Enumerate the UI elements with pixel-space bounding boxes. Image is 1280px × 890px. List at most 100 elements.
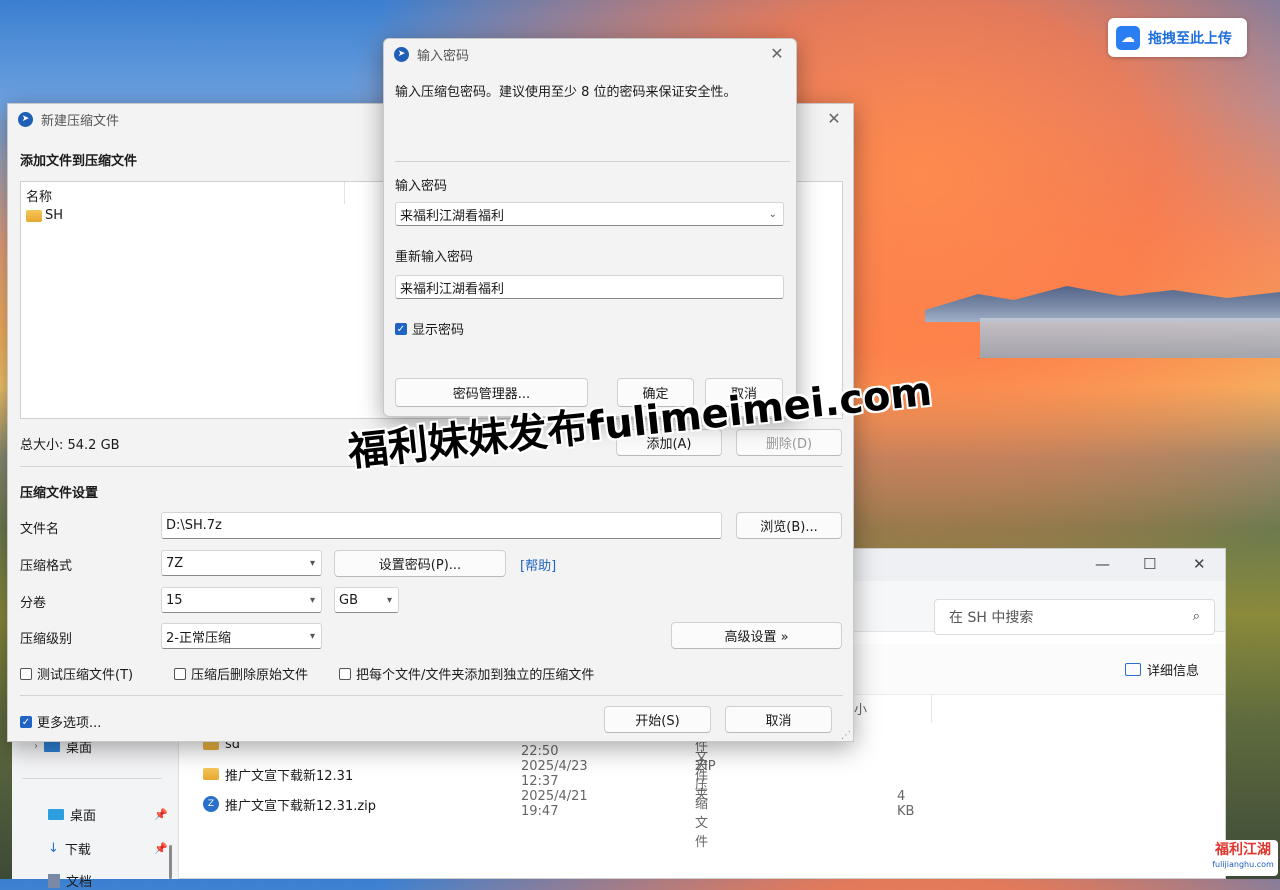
nav-scrollbar[interactable] [169,845,172,879]
column-divider [931,694,932,722]
cloud-upload-button[interactable]: ☁ 拖拽至此上传 [1108,18,1247,57]
password-description: 输入压缩包密码。建议使用至少 8 位的密码来保证安全性。 [395,85,737,100]
filename-label: 文件名 [20,522,60,537]
checkbox-checked-icon: ✓ [395,322,407,335]
settings-heading: 压缩文件设置 [20,486,99,501]
format-label: 压缩格式 [20,559,73,574]
mountain-scenery [925,286,1280,322]
password-value: 来福利江湖看福利 [400,208,505,224]
cloud-icon: ☁ [1116,25,1140,50]
minimize-icon[interactable]: — [1095,555,1110,573]
corner-logo: 福利江湖 fulijianghu.com [1208,840,1278,876]
download-icon: ↓ [48,841,59,856]
checkbox-label: 更多选项... [37,716,102,731]
volume-label: 分卷 [20,596,47,611]
format-value: 7Z [166,555,184,571]
cancel-button[interactable]: 取消 [725,706,832,733]
logo-url: fulijianghu.com [1212,860,1274,869]
add-files-heading: 添加文件到压缩文件 [20,154,138,169]
total-size: 总大小: 54.2 GB [20,438,120,453]
checkbox-box [174,667,186,680]
password-titlebar: ➤ 输入密码 ✕ [384,39,796,69]
checkbox-box [339,667,351,680]
pin-icon[interactable]: 📌 [154,808,168,821]
file-name: 推广文宣下载新12.31.zip [225,798,377,814]
password-dialog: ➤ 输入密码 ✕ 输入压缩包密码。建议使用至少 8 位的密码来保证安全性。 输入… [383,38,797,417]
password-input[interactable]: 来福利江湖看福利 ⌄ [395,202,784,226]
app-icon: ➤ [394,46,409,62]
level-value: 2-正常压缩 [166,630,231,646]
chevron-down-icon: ▾ [309,594,315,606]
file-date: 2025/4/23 12:37 [521,759,588,789]
file-type: ZIP 压缩文件 [695,758,716,850]
details-pane-label: 详细信息 [1147,664,1200,679]
checkbox-box [20,667,32,680]
search-placeholder: 在 SH 中搜索 [949,610,1034,626]
format-select[interactable]: 7Z ▾ [161,550,322,576]
search-icon: ⌕ [1192,609,1200,624]
close-icon[interactable]: ✕ [768,45,786,63]
dialog-title: 新建压缩文件 [41,113,120,129]
nav-label: 文档 [66,875,93,890]
resize-grip-icon[interactable]: ⋰ [841,730,851,741]
nav-item-documents[interactable]: 文档 [48,871,92,890]
nav-divider [22,778,162,779]
level-select[interactable]: 2-正常压缩 ▾ [161,623,322,649]
document-icon [48,873,60,888]
chevron-down-icon: ▾ [309,557,315,569]
nav-item-downloads[interactable]: ↓ 下载 [48,839,91,858]
search-input[interactable]: 在 SH 中搜索 ⌕ [934,599,1215,635]
chevron-down-icon: ▾ [386,594,392,606]
lake-scenery [980,318,1280,358]
checkbox-label: 显示密码 [412,323,465,338]
start-button[interactable]: 开始(S) [604,706,711,733]
volume-value: 15 [166,592,183,608]
confirm-password-input[interactable]: 来福利江湖看福利 [395,275,784,299]
file-size: 4 KB [897,789,915,819]
advanced-settings-button[interactable]: 高级设置 » [671,622,842,649]
browse-button[interactable]: 浏览(B)... [736,512,842,539]
nav-item-desktop[interactable]: 桌面 [48,805,96,824]
chevron-down-icon: ⌄ [768,208,777,220]
checkbox-label: 压缩后删除原始文件 [191,668,309,683]
desktop-icon [44,741,60,752]
file-row[interactable]: Z 推广文宣下载新12.31.zip 2025/4/21 19:47 ZIP 压… [203,759,914,850]
more-options-checkbox[interactable]: ✓ 更多选项... [20,712,101,731]
volume-unit-value: GB [339,592,358,608]
confirm-password-label: 重新输入密码 [395,250,474,265]
file-date: 2025/4/21 19:47 [521,789,588,819]
show-password-checkbox[interactable]: ✓ 显示密码 [395,319,464,338]
help-link[interactable]: [帮助] [520,555,556,574]
filename-input[interactable]: D:\SH.7z [161,512,722,539]
close-icon[interactable]: ✕ [825,110,843,128]
details-pane-button[interactable]: 详细信息 [1125,660,1199,679]
column-divider [344,182,345,204]
confirm-password-value: 来福利江湖看福利 [400,281,505,297]
maximize-icon[interactable]: ☐ [1143,555,1156,573]
folder-icon [203,768,219,780]
pin-icon[interactable]: 📌 [154,842,168,855]
file-row[interactable]: 推广文宣下载新12.31 2025/4/23 12:37 文件夹 [203,750,708,803]
details-pane-icon [1125,663,1141,676]
delete-after-checkbox[interactable]: 压缩后删除原始文件 [174,664,308,683]
volume-select[interactable]: 15 ▾ [161,587,322,613]
list-header-name[interactable]: 名称 [26,186,52,205]
zip-file-icon: Z [203,796,219,812]
level-label: 压缩级别 [20,632,73,647]
column-header-size[interactable]: 小 [854,699,867,718]
password-label: 输入密码 [395,179,448,194]
explorer-nav-pane: › 桌面 桌面 📌 ↓ 下载 📌 文档 [12,725,179,890]
filename-value: D:\SH.7z [166,518,222,533]
volume-unit-select[interactable]: GB ▾ [334,587,399,613]
close-icon[interactable]: ✕ [1193,555,1206,573]
logo-title: 福利江湖 [1215,842,1271,858]
desktop-icon [48,809,64,820]
set-password-button[interactable]: 设置密码(P)... [334,550,506,577]
separate-archives-checkbox[interactable]: 把每个文件/文件夹添加到独立的压缩文件 [339,664,594,683]
list-item-label: SH [45,208,64,223]
dialog-title: 输入密码 [417,48,470,64]
test-archive-checkbox[interactable]: 测试压缩文件(T) [20,664,133,683]
list-item[interactable]: SH [26,208,63,223]
checkbox-label: 测试压缩文件(T) [37,668,134,683]
nav-label: 下载 [64,843,91,858]
